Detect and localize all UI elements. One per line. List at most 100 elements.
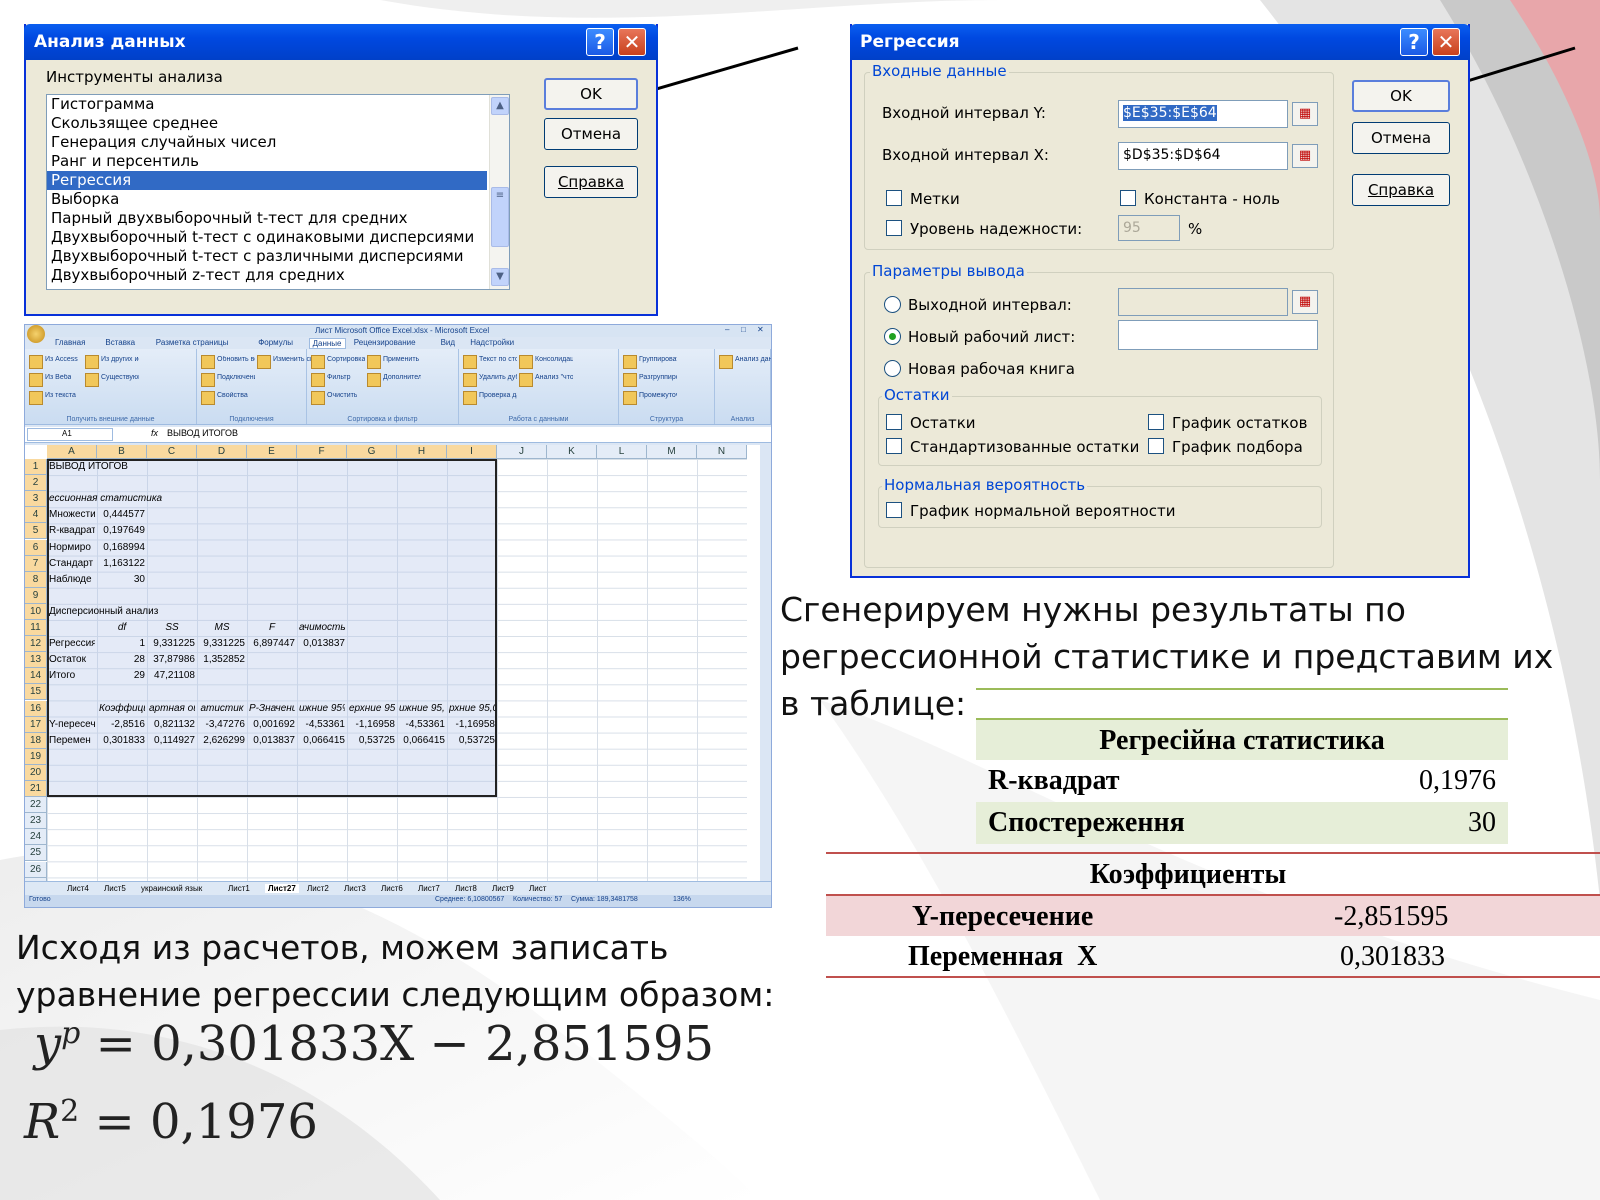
excel-office-button[interactable] — [27, 325, 45, 343]
formula-input[interactable]: ВЫВОД ИТОГОВ — [167, 428, 238, 438]
column-header[interactable]: H — [397, 445, 447, 459]
row-header[interactable]: 10 — [25, 603, 47, 620]
residual-plot-checkbox[interactable] — [1148, 414, 1164, 430]
ribbon-item[interactable]: Существующие подключения — [101, 374, 139, 381]
cell[interactable]: артная ошиб — [149, 701, 195, 717]
cell[interactable]: Стандарт — [49, 556, 95, 572]
row-header[interactable]: 20 — [25, 764, 47, 781]
cell[interactable]: ижние 95,0% — [399, 701, 445, 717]
column-header[interactable]: B — [97, 445, 147, 459]
sheet-tab[interactable]: украинский язык — [141, 884, 202, 893]
column-header[interactable]: E — [247, 445, 297, 459]
column-header[interactable]: I — [447, 445, 497, 459]
ribbon-item[interactable]: Применить повторно — [383, 356, 421, 363]
cell[interactable]: 0,197649 — [99, 523, 145, 539]
fx-icon[interactable]: fx — [151, 428, 158, 438]
cell[interactable]: 9,331225 — [199, 636, 245, 652]
column-header[interactable]: D — [197, 445, 247, 459]
cell[interactable]: 0,168994 — [99, 540, 145, 556]
sheet-tab[interactable]: Лист7 — [418, 884, 440, 893]
cell[interactable]: ессионная статистика — [49, 491, 199, 507]
tool-item[interactable]: Скользящее среднее — [47, 114, 487, 133]
row-header[interactable]: 22 — [25, 797, 47, 814]
column-header[interactable]: A — [47, 445, 97, 459]
cell[interactable]: 6,897447 — [249, 636, 295, 652]
worksheet-grid[interactable]: A B C D E F G H I J K L M N 1 ВЫВОД ИТОГОВ 2 3 ессионная с… — [25, 445, 760, 907]
cell[interactable]: 29 — [99, 668, 145, 684]
input-x-ref-icon[interactable]: ▦ — [1292, 144, 1318, 168]
help-button[interactable]: Справка — [544, 166, 638, 198]
tools-list[interactable]: Гистограмма Скользящее среднее Генерация с… — [46, 94, 510, 290]
ribbon-item[interactable]: Текст по столбцам — [479, 356, 517, 363]
cell[interactable]: -2,8516 — [99, 717, 145, 733]
cell[interactable]: 0,444577 — [99, 507, 145, 523]
input-x-field[interactable]: $D$35:$D$64 — [1118, 142, 1288, 170]
ribbon-item[interactable]: Анализ "что-если" — [535, 374, 573, 381]
input-y-field[interactable]: $E$35:$E$64 — [1118, 100, 1288, 128]
sheet-tab[interactable]: Лист5 — [104, 884, 126, 893]
scroll-down-icon[interactable]: ▼ — [491, 268, 509, 286]
close-icon[interactable]: ✕ — [618, 28, 646, 56]
cell[interactable]: Нормиро — [49, 540, 95, 556]
cell[interactable]: R-квадрат — [49, 523, 95, 539]
row-header[interactable]: 23 — [25, 813, 47, 830]
cell[interactable]: df — [99, 620, 145, 636]
tool-item[interactable]: Двухвыборочный t-тест с одинаковыми дисп… — [47, 228, 487, 247]
cell[interactable]: Множести — [49, 507, 95, 523]
cell[interactable]: ачимость F — [299, 620, 345, 636]
ribbon-item[interactable]: Очистить — [327, 392, 357, 399]
cell[interactable]: -4,53361 — [299, 717, 345, 733]
ribbon-item[interactable]: Группировать — [639, 356, 677, 363]
cell[interactable]: атистик — [199, 701, 245, 717]
cell[interactable]: F — [249, 620, 295, 636]
scroll-thumb[interactable]: ≡ — [491, 187, 509, 247]
const-zero-checkbox[interactable] — [1120, 190, 1136, 206]
ribbon-item[interactable]: Сортировка — [327, 356, 365, 363]
row-header[interactable]: 3 — [25, 491, 47, 508]
ribbon-tab[interactable]: Главная — [55, 338, 85, 347]
row-header[interactable]: 8 — [25, 571, 47, 588]
sheet-tab[interactable]: Лист6 — [381, 884, 403, 893]
cell[interactable]: P-Значение — [249, 701, 295, 717]
cell[interactable]: 0,53725 — [349, 733, 395, 749]
ribbon-item[interactable]: Фильтр — [327, 374, 351, 381]
row-header[interactable]: 6 — [25, 539, 47, 556]
row-header[interactable]: 19 — [25, 748, 47, 765]
ribbon-item[interactable]: Изменить связи — [273, 356, 311, 363]
cell[interactable]: Регрессия — [49, 636, 95, 652]
ribbon-item[interactable]: Проверка данных — [479, 392, 517, 399]
cell[interactable]: ерхние 95% — [349, 701, 395, 717]
cell[interactable]: Перемен — [49, 733, 95, 749]
help-icon[interactable]: ? — [1400, 28, 1428, 56]
cell[interactable]: 47,21108 — [149, 668, 195, 684]
ribbon-tab[interactable]: Рецензирование — [354, 338, 416, 347]
tool-item[interactable]: Ранг и персентиль — [47, 152, 487, 171]
output-range-ref-icon[interactable]: ▦ — [1292, 290, 1318, 314]
cell[interactable]: 1,163122 — [99, 556, 145, 572]
cell[interactable]: 0,066415 — [399, 733, 445, 749]
row-header[interactable]: 9 — [25, 587, 47, 604]
ribbon-tab[interactable]: Формулы — [258, 338, 293, 347]
std-residuals-checkbox[interactable] — [886, 438, 902, 454]
cell[interactable]: -4,53361 — [399, 717, 445, 733]
output-range-radio[interactable] — [884, 296, 901, 313]
cell[interactable]: 0,114927 — [149, 733, 195, 749]
sheet-tab[interactable]: Лист9 — [492, 884, 514, 893]
sheet-tab[interactable]: Лист1 — [228, 884, 250, 893]
ribbon-tab[interactable]: Вставка — [105, 338, 135, 347]
scroll-up-icon[interactable]: ▲ — [491, 97, 509, 115]
cell[interactable]: Коэффициент — [99, 701, 145, 717]
cell[interactable]: Итого — [49, 668, 95, 684]
cell[interactable]: MS — [199, 620, 245, 636]
ribbon-item[interactable]: Анализ данных — [735, 356, 771, 363]
close-icon[interactable]: ✕ — [1432, 28, 1460, 56]
confidence-checkbox[interactable] — [886, 220, 902, 236]
row-header[interactable]: 1 — [25, 459, 47, 476]
maximize-icon[interactable]: □ — [741, 325, 746, 334]
excel-titlebar[interactable]: Лист Microsoft Office Excel.xlsx - Micro… — [25, 325, 771, 343]
tool-item[interactable]: Парный двухвыборочный t-тест для средних — [47, 209, 487, 228]
ok-button[interactable]: OK — [544, 78, 638, 110]
row-header[interactable]: 21 — [25, 781, 47, 798]
ribbon-item[interactable]: Из Access — [45, 356, 78, 363]
ribbon-item[interactable]: Консолидация — [535, 356, 573, 363]
